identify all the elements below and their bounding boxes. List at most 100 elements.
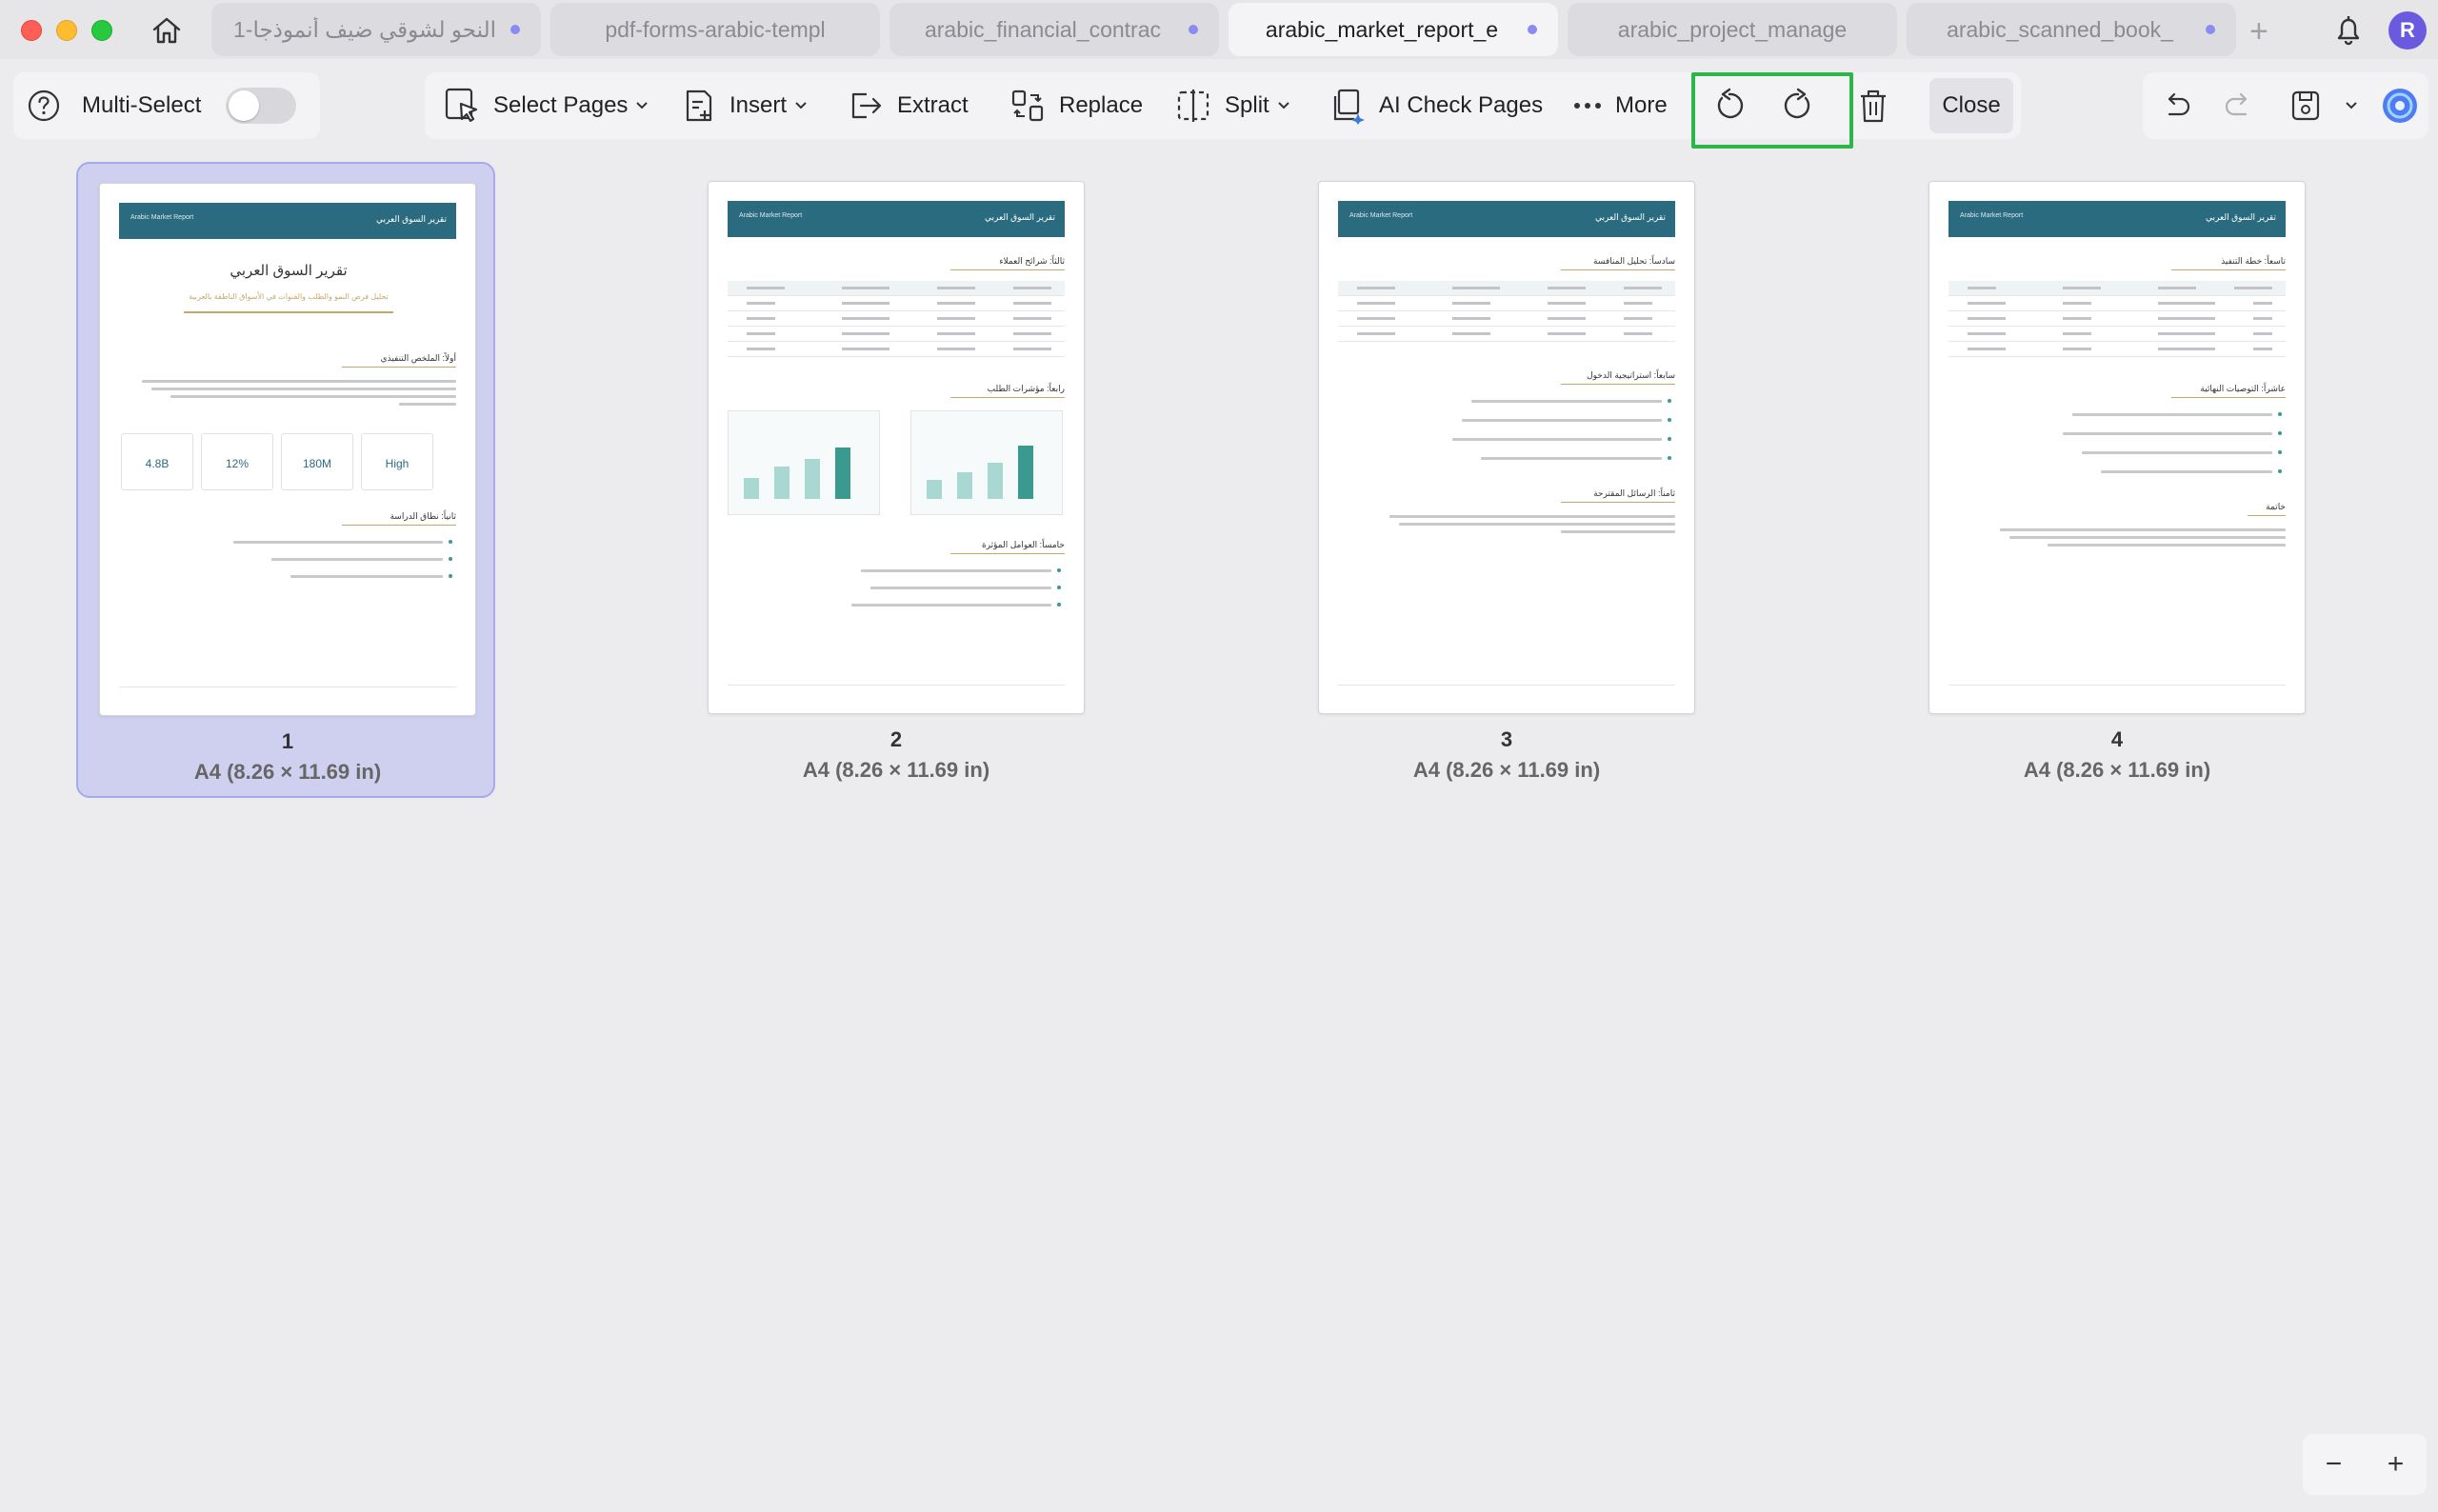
- tab-5[interactable]: arabic_scanned_book_: [1907, 3, 2236, 56]
- extract-icon: [851, 92, 882, 119]
- page-number: 2: [889, 727, 903, 751]
- table-row: [1948, 281, 2286, 296]
- table-row: [728, 311, 1065, 327]
- save-button[interactable]: [2289, 72, 2322, 139]
- more-button[interactable]: More: [1573, 72, 1668, 139]
- redo-button[interactable]: [2223, 72, 2255, 139]
- undo-button[interactable]: [2160, 72, 2192, 139]
- split-button[interactable]: Split: [1175, 72, 1290, 139]
- page-size: A4 (8.26 × 11.69 in): [1412, 758, 1601, 782]
- ai-assistant-button[interactable]: [2381, 72, 2419, 139]
- tab-3[interactable]: arabic_market_report_e: [1229, 3, 1558, 56]
- delete-button[interactable]: [1857, 72, 1889, 139]
- header-right-text: تقرير السوق العربي: [1595, 212, 1666, 222]
- section-heading: أولاً: الملخص التنفيذي: [380, 353, 456, 363]
- page-card-3[interactable]: Arabic Market Report تقرير السوق العربي …: [1297, 162, 1716, 798]
- kpi-value: High: [385, 457, 410, 470]
- chart-bar: [1018, 446, 1033, 499]
- header-left-text: Arabic Market Report: [130, 214, 194, 221]
- text-line: [1561, 530, 1675, 533]
- table-row: [1338, 296, 1675, 311]
- text-line: [142, 380, 456, 383]
- section-heading: ثالثاً: شرائح العملاء: [999, 256, 1065, 266]
- text-line: [2072, 413, 2272, 416]
- tab-1[interactable]: pdf-forms-arabic-templ: [550, 3, 880, 56]
- extract-label: Extract: [897, 92, 969, 118]
- tab-2[interactable]: arabic_financial_contrac: [889, 3, 1219, 56]
- select-pages-label: Select Pages: [493, 92, 629, 118]
- table-row: [728, 296, 1065, 311]
- notifications-button[interactable]: [2329, 11, 2368, 50]
- page-thumbnail[interactable]: Arabic Market Report تقرير السوق العربي …: [1318, 181, 1695, 714]
- divider: [950, 553, 1065, 554]
- insert-page-icon: [686, 90, 712, 122]
- page-thumbnail[interactable]: Arabic Market Report تقرير السوق العربي …: [708, 181, 1085, 714]
- text-line: [870, 587, 1051, 589]
- zoom-out-button[interactable]: −: [2326, 1448, 2343, 1481]
- replace-button[interactable]: Replace: [1009, 72, 1143, 139]
- bar-chart-thumbnail: [728, 410, 880, 515]
- divider: [2171, 397, 2286, 398]
- minimize-window-button[interactable]: [56, 20, 77, 41]
- header-left-text: Arabic Market Report: [1349, 212, 1413, 219]
- tab-0[interactable]: النحو لشوقي ضيف أنموذجا-1: [211, 3, 541, 56]
- report-header-band: Arabic Market Report تقرير السوق العربي: [1948, 201, 2286, 237]
- page-card-4[interactable]: Arabic Market Report تقرير السوق العربي …: [1908, 162, 2327, 798]
- select-pages-button[interactable]: Select Pages: [444, 72, 649, 139]
- unsaved-dot: [510, 25, 520, 34]
- new-tab-button[interactable]: +: [2249, 13, 2268, 50]
- bullet: [1668, 399, 1671, 403]
- avatar[interactable]: R: [2388, 11, 2427, 50]
- bullet: [449, 557, 452, 561]
- tab-label: arabic_market_report_e: [1265, 16, 1499, 42]
- section-heading: خامساً: العوامل المؤثرة: [981, 540, 1065, 549]
- header-right-text: تقرير السوق العربي: [985, 212, 1055, 222]
- page-thumbnail[interactable]: Arabic Market Report تقرير السوق العربي …: [1928, 181, 2306, 714]
- text-line: [2082, 451, 2272, 454]
- bullet: [1057, 586, 1061, 589]
- home-button[interactable]: [149, 13, 185, 48]
- bullet: [1057, 603, 1061, 607]
- split-icon: [1177, 90, 1209, 122]
- chevron-down-icon: [1277, 102, 1289, 109]
- table-row: [728, 327, 1065, 342]
- table-row: [1338, 311, 1675, 327]
- text-line: [1471, 400, 1662, 403]
- text-line: [1481, 457, 1662, 460]
- save-options-dropdown[interactable]: [2345, 72, 2358, 139]
- text-line: [851, 604, 1051, 607]
- page-card-1[interactable]: Arabic Market Report تقرير السوق العربي …: [76, 162, 495, 798]
- multi-select-toggle[interactable]: [226, 88, 297, 124]
- page-card-2[interactable]: Arabic Market Report تقرير السوق العربي …: [687, 162, 1106, 798]
- zoom-window-button[interactable]: [91, 20, 112, 41]
- extract-button[interactable]: Extract: [848, 72, 969, 139]
- header-right-text: تقرير السوق العربي: [376, 214, 447, 224]
- divider: [1561, 384, 1675, 385]
- tab-label: arabic_scanned_book_: [1947, 16, 2173, 42]
- replace-icon: [1011, 90, 1044, 122]
- page-number: 3: [1500, 727, 1513, 751]
- section-heading: سادساً: تحليل المنافسة: [1593, 256, 1675, 266]
- page-size: A4 (8.26 × 11.69 in): [802, 758, 990, 782]
- report-subtitle: تحليل فرص النمو والطلب والقنوات في الأسو…: [189, 292, 389, 301]
- close-button[interactable]: Close: [1929, 78, 2013, 133]
- tab-label: النحو لشوقي ضيف أنموذجا-1: [233, 16, 496, 42]
- zoom-in-button[interactable]: +: [2388, 1448, 2405, 1481]
- tab-4[interactable]: arabic_project_manage: [1568, 3, 1897, 56]
- insert-button[interactable]: Insert: [682, 72, 808, 139]
- ai-check-pages-button[interactable]: AI Check Pages: [1329, 72, 1543, 139]
- divider: [184, 311, 393, 313]
- close-window-button[interactable]: [21, 20, 42, 41]
- chevron-down-icon: [636, 102, 649, 109]
- kpi-card: 180M: [281, 433, 353, 490]
- page-thumbnail[interactable]: Arabic Market Report تقرير السوق العربي …: [99, 183, 476, 716]
- page-size: A4 (8.26 × 11.69 in): [2023, 758, 2211, 782]
- table-row: [1948, 311, 2286, 327]
- divider: [342, 525, 456, 526]
- more-dots-icon: [1574, 103, 1601, 109]
- help-icon[interactable]: [27, 89, 61, 123]
- multi-select-group: Multi-Select: [13, 72, 320, 139]
- text-line: [2063, 432, 2272, 435]
- divider: [2171, 269, 2286, 270]
- multi-select-label: Multi-Select: [82, 92, 202, 118]
